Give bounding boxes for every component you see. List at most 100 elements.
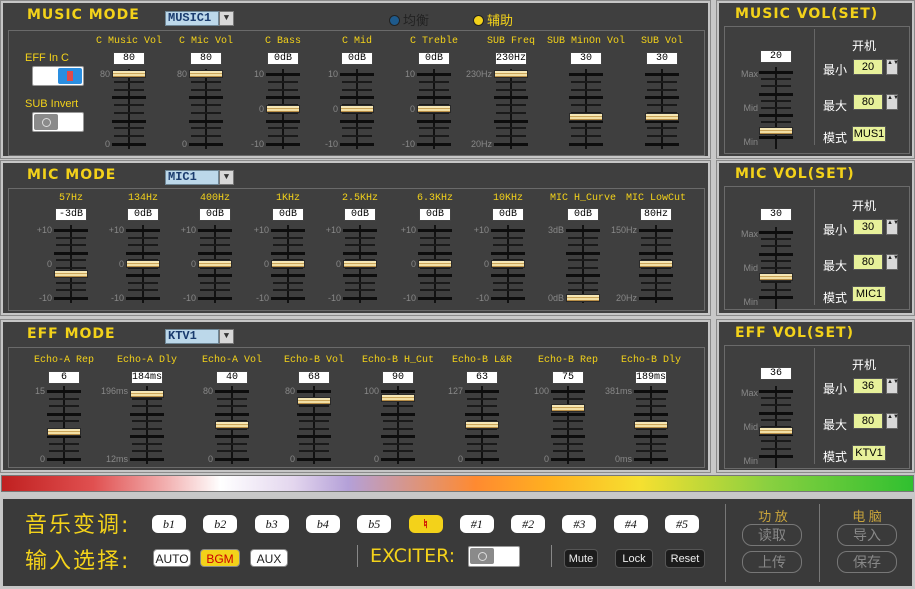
vol-value-box[interactable]: 36: [760, 367, 792, 380]
fader-value-box[interactable]: 0dB: [267, 52, 299, 65]
vol-fader-knob[interactable]: [759, 427, 793, 435]
fader-knob[interactable]: [639, 260, 673, 268]
min-spinner[interactable]: ▲▼: [886, 378, 899, 394]
fader-value-box[interactable]: 0dB: [344, 208, 376, 221]
vol-fader-knob[interactable]: [759, 127, 793, 135]
fader-track[interactable]: [340, 69, 374, 149]
save-button[interactable]: 保存: [837, 551, 897, 573]
mode-value-box[interactable]: MUS1: [852, 126, 886, 142]
max-value-box[interactable]: 80: [853, 254, 883, 270]
fader-knob[interactable]: [634, 421, 668, 429]
fader-knob[interactable]: [645, 113, 679, 121]
upload-button[interactable]: 上传: [742, 551, 802, 573]
key-button[interactable]: #1: [459, 515, 494, 533]
key-button[interactable]: #3: [562, 515, 597, 533]
radio-aux[interactable]: 辅助: [473, 10, 513, 29]
fader-value-box[interactable]: -3dB: [55, 208, 87, 221]
fader-knob[interactable]: [381, 394, 415, 402]
min-spinner[interactable]: ▲▼: [886, 219, 899, 235]
fader-knob[interactable]: [465, 421, 499, 429]
fader-track[interactable]: [297, 386, 331, 464]
key-button[interactable]: b5: [357, 515, 392, 533]
fader-knob[interactable]: [130, 390, 164, 398]
fader-knob[interactable]: [297, 397, 331, 405]
fader-track[interactable]: [381, 386, 415, 464]
fader-track[interactable]: [491, 225, 525, 303]
fader-knob[interactable]: [112, 70, 146, 78]
import-button[interactable]: 导入: [837, 524, 897, 546]
fader-knob[interactable]: [215, 421, 249, 429]
key-button[interactable]: #2: [511, 515, 546, 533]
fader-knob[interactable]: [417, 105, 451, 113]
lock-button[interactable]: Lock: [615, 549, 653, 568]
max-value-box[interactable]: 80: [853, 413, 883, 429]
min-value-box[interactable]: 36: [853, 378, 883, 394]
fader-value-box[interactable]: 0dB: [272, 208, 304, 221]
reset-button[interactable]: Reset: [665, 549, 705, 568]
fader-value-box[interactable]: 0dB: [492, 208, 524, 221]
vol-value-box[interactable]: 30: [760, 208, 792, 221]
key-button[interactable]: b3: [254, 515, 289, 533]
fader-value-box[interactable]: 40: [216, 371, 248, 384]
vol-fader-track[interactable]: [759, 386, 793, 468]
max-spinner[interactable]: ▲▼: [886, 94, 899, 110]
fader-knob[interactable]: [189, 70, 223, 78]
eff-mode-select[interactable]: KTV1 ▼: [165, 329, 234, 344]
min-value-box[interactable]: 30: [853, 219, 883, 235]
fader-knob[interactable]: [551, 404, 585, 412]
fader-value-box[interactable]: 30: [570, 52, 602, 65]
fader-track[interactable]: [130, 386, 164, 464]
mode-value-box[interactable]: KTV1: [852, 445, 886, 461]
fader-track[interactable]: [569, 69, 603, 149]
fader-track[interactable]: [112, 69, 146, 149]
fader-track[interactable]: [465, 386, 499, 464]
fader-knob[interactable]: [491, 260, 525, 268]
sub-invert-toggle[interactable]: [32, 112, 84, 132]
fader-value-box[interactable]: 6: [48, 371, 80, 384]
fader-value-box[interactable]: 184ms: [131, 371, 163, 384]
input-button-bgm[interactable]: BGM: [200, 549, 240, 567]
key-button[interactable]: b2: [203, 515, 238, 533]
mute-button[interactable]: Mute: [564, 549, 598, 568]
mic-mode-select[interactable]: MIC1 ▼: [165, 170, 234, 185]
input-button-auto[interactable]: AUTO: [153, 549, 191, 567]
mode-value-box[interactable]: MIC1: [852, 286, 886, 302]
fader-track[interactable]: [645, 69, 679, 149]
fader-value-box[interactable]: 68: [298, 371, 330, 384]
fader-track[interactable]: [634, 386, 668, 464]
key-button[interactable]: #4: [613, 515, 648, 533]
vol-value-box[interactable]: 20: [760, 50, 792, 63]
key-button[interactable]: b4: [305, 515, 340, 533]
fader-knob[interactable]: [494, 70, 528, 78]
min-value-box[interactable]: 20: [853, 59, 883, 75]
fader-value-box[interactable]: 230Hz: [495, 52, 527, 65]
fader-value-box[interactable]: 0dB: [199, 208, 231, 221]
fader-value-box[interactable]: 75: [552, 371, 584, 384]
input-button-aux[interactable]: AUX: [250, 549, 288, 567]
exciter-toggle[interactable]: [468, 546, 520, 567]
chevron-down-icon[interactable]: ▼: [219, 11, 234, 26]
chevron-down-icon[interactable]: ▼: [219, 170, 234, 185]
fader-value-box[interactable]: 0dB: [418, 52, 450, 65]
key-button[interactable]: #5: [665, 515, 699, 533]
fader-track[interactable]: [417, 69, 451, 149]
max-value-box[interactable]: 80: [853, 94, 883, 110]
fader-knob[interactable]: [340, 105, 374, 113]
fader-knob[interactable]: [47, 428, 81, 436]
fader-value-box[interactable]: 189ms: [635, 371, 667, 384]
fader-value-box[interactable]: 0dB: [127, 208, 159, 221]
key-button[interactable]: b1: [152, 515, 186, 533]
chevron-down-icon[interactable]: ▼: [219, 329, 234, 344]
music-mode-select[interactable]: MUSIC1 ▼: [165, 11, 234, 26]
max-spinner[interactable]: ▲▼: [886, 254, 899, 270]
fader-value-box[interactable]: 63: [466, 371, 498, 384]
fader-track[interactable]: [551, 386, 585, 464]
vol-fader-knob[interactable]: [759, 273, 793, 281]
fader-value-box[interactable]: 30: [646, 52, 678, 65]
fader-track[interactable]: [566, 225, 600, 303]
read-button[interactable]: 读取: [742, 524, 802, 546]
fader-value-box[interactable]: 80: [113, 52, 145, 65]
key-button[interactable]: ♮: [408, 515, 443, 533]
fader-value-box[interactable]: 0dB: [567, 208, 599, 221]
fader-value-box[interactable]: 0dB: [419, 208, 451, 221]
